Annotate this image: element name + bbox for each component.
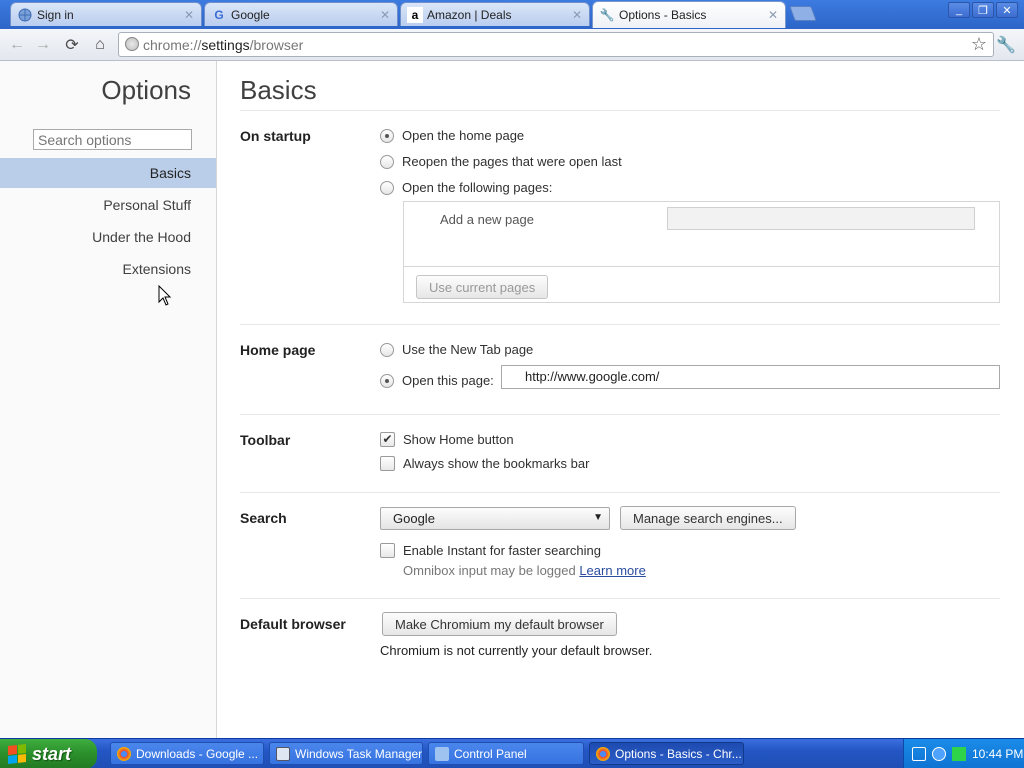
startup-option-reopen[interactable]: Reopen the pages that were open last xyxy=(380,154,622,169)
reload-icon[interactable]: ⟳ xyxy=(61,34,83,56)
bookmarks-bar-option[interactable]: Always show the bookmarks bar xyxy=(380,456,589,471)
radio-button[interactable] xyxy=(380,342,394,357)
tab-title: Google xyxy=(231,7,270,22)
task-manager-icon xyxy=(276,746,290,761)
startup-option-home[interactable]: Open the home page xyxy=(380,128,524,143)
section-label-default-browser: Default browser xyxy=(240,616,346,632)
wrench-menu-icon[interactable]: 🔧 xyxy=(996,35,1016,55)
bookmark-star-icon[interactable]: ☆ xyxy=(971,34,987,55)
sidebar-item-basics[interactable]: Basics xyxy=(0,158,216,188)
tray-expand-icon[interactable] xyxy=(932,747,946,761)
tab-title: Sign in xyxy=(37,7,74,22)
search-options-input[interactable] xyxy=(33,129,192,150)
amazon-icon: a xyxy=(407,6,423,23)
list-item: Add a new page xyxy=(404,202,999,267)
homepage-option-this-page[interactable]: Open this page: xyxy=(380,373,494,388)
sidebar-title: Options xyxy=(101,75,191,105)
enable-instant-option[interactable]: Enable Instant for faster searching xyxy=(380,543,601,558)
page-title: Basics xyxy=(240,75,317,105)
add-page-field[interactable] xyxy=(667,207,975,230)
home-icon[interactable]: ⌂ xyxy=(89,34,111,56)
divider xyxy=(240,598,1000,599)
use-current-pages-button[interactable]: Use current pages xyxy=(416,275,549,299)
settings-main: Basics On startup Open the home page Reo… xyxy=(217,61,1024,738)
taskbar-item-options-basics[interactable]: Options - Basics - Chr... xyxy=(589,742,744,765)
globe-icon xyxy=(17,7,33,23)
tab-sign-in[interactable]: Sign in ✕ xyxy=(10,2,202,26)
checkbox[interactable]: ✔ xyxy=(380,432,395,447)
back-icon[interactable]: ← xyxy=(6,34,28,56)
options-sidebar: Options Basics Personal Stuff Under the … xyxy=(0,61,217,738)
page-icon xyxy=(125,37,139,51)
default-browser-status: Chromium is not currently your default b… xyxy=(380,643,653,658)
homepage-url-field[interactable]: http://www.google.com/ xyxy=(501,365,1000,389)
new-tab-button[interactable] xyxy=(789,6,817,21)
tab-options-basics[interactable]: 🔧 Options - Basics ✕ xyxy=(592,1,786,28)
homepage-option-newtab[interactable]: Use the New Tab page xyxy=(380,342,533,357)
omnibox-hint: Omnibox input may be logged Learn more xyxy=(403,563,646,578)
start-button[interactable]: start xyxy=(0,739,97,768)
tab-google[interactable]: G Google ✕ xyxy=(204,2,398,26)
close-icon[interactable]: ✕ xyxy=(379,8,391,22)
system-tray: 10:44 PM xyxy=(903,739,1024,768)
close-icon[interactable]: ✕ xyxy=(183,8,195,22)
control-panel-icon xyxy=(435,746,449,761)
close-window-icon[interactable]: ✕ xyxy=(996,2,1018,18)
divider xyxy=(240,414,1000,415)
add-page-label: Add a new page xyxy=(440,212,534,227)
url-text: chrome://settings/browser xyxy=(143,36,304,53)
make-default-browser-button[interactable]: Make Chromium my default browser xyxy=(382,612,617,636)
radio-button[interactable] xyxy=(380,373,394,388)
sidebar-item-personal-stuff[interactable]: Personal Stuff xyxy=(0,190,216,220)
omnibox[interactable]: chrome://settings/browser ☆ xyxy=(118,32,994,57)
network-icon[interactable] xyxy=(952,747,966,761)
show-home-button-option[interactable]: ✔ Show Home button xyxy=(380,432,514,447)
forward-icon[interactable]: → xyxy=(32,34,54,56)
tab-title: Amazon | Deals xyxy=(427,7,512,22)
taskbar-item-task-manager[interactable]: Windows Task Manager xyxy=(269,742,423,765)
dropdown-arrow-icon: ▼ xyxy=(593,512,603,523)
checkbox[interactable] xyxy=(380,543,395,558)
startup-option-following[interactable]: Open the following pages: xyxy=(380,180,552,195)
section-label-toolbar: Toolbar xyxy=(240,432,291,448)
taskbar-item-control-panel[interactable]: Control Panel xyxy=(428,742,584,765)
browser-toolbar: ← → ⟳ ⌂ chrome://settings/browser ☆ 🔧 xyxy=(0,29,1024,61)
section-label-startup: On startup xyxy=(240,128,311,144)
learn-more-link[interactable]: Learn more xyxy=(579,563,645,578)
chrome-icon xyxy=(596,746,610,761)
radio-button[interactable] xyxy=(380,180,394,195)
divider xyxy=(240,324,1000,325)
windows-taskbar: start Downloads - Google ... Windows Tas… xyxy=(0,738,1024,768)
windows-logo-icon xyxy=(8,744,26,764)
manage-search-engines-button[interactable]: Manage search engines... xyxy=(620,506,796,530)
google-icon: G xyxy=(214,7,224,22)
taskbar-item-downloads[interactable]: Downloads - Google ... xyxy=(110,742,264,765)
tab-title: Options - Basics xyxy=(619,8,707,22)
divider xyxy=(240,110,1000,111)
divider xyxy=(240,492,1000,493)
search-engine-select[interactable]: Google ▼ xyxy=(380,507,610,530)
sidebar-item-extensions[interactable]: Extensions xyxy=(0,254,216,284)
section-label-search: Search xyxy=(240,510,287,526)
tab-amazon[interactable]: a Amazon | Deals ✕ xyxy=(400,2,590,26)
sidebar-item-under-the-hood[interactable]: Under the Hood xyxy=(0,222,216,252)
close-icon[interactable]: ✕ xyxy=(767,8,779,22)
keyboard-icon[interactable] xyxy=(912,747,926,761)
close-icon[interactable]: ✕ xyxy=(571,8,583,22)
radio-button[interactable] xyxy=(380,128,394,143)
startup-pages-list: Add a new page Use current pages xyxy=(403,201,1000,303)
tab-strip: Sign in ✕ G Google ✕ a Amazon | Deals ✕ … xyxy=(0,0,1024,29)
chrome-icon xyxy=(117,746,131,761)
radio-button[interactable] xyxy=(380,154,394,169)
clock: 10:44 PM xyxy=(972,747,1024,761)
minimize-icon[interactable]: _ xyxy=(948,2,970,18)
wrench-icon: 🔧 xyxy=(599,8,615,22)
section-label-homepage: Home page xyxy=(240,342,316,358)
restore-icon[interactable]: ❐ xyxy=(972,2,994,18)
window-controls: _ ❐ ✕ xyxy=(948,2,1018,18)
checkbox[interactable] xyxy=(380,456,395,471)
